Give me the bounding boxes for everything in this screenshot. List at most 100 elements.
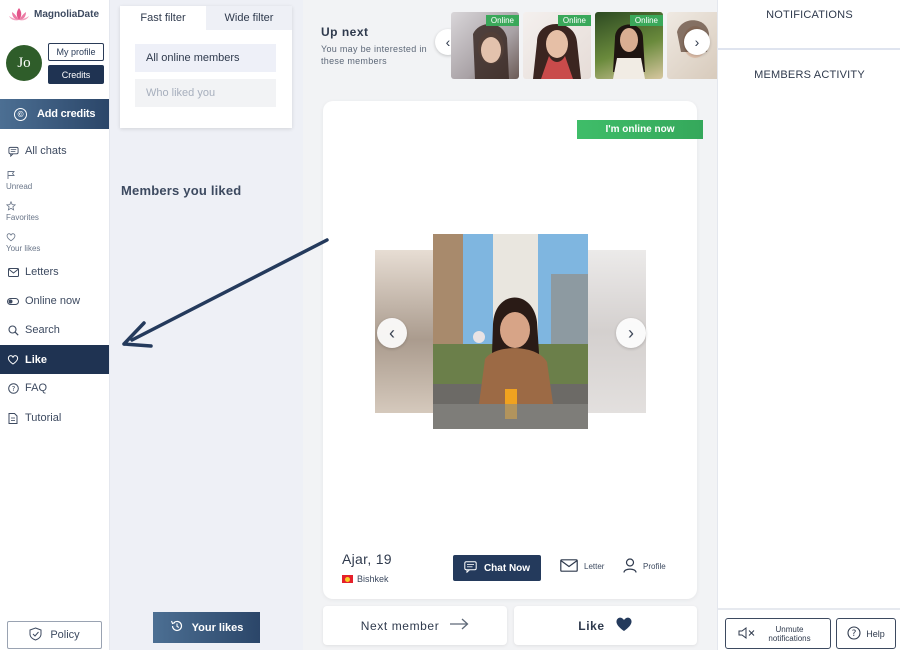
heart-icon [6, 232, 16, 242]
sidebar-item-online-now[interactable]: Online now [0, 294, 109, 308]
up-next-thumb[interactable]: Online [451, 12, 519, 79]
credit-coin-icon: © [14, 107, 27, 121]
up-next-thumbnails: Online Online Online [451, 12, 717, 79]
chevron-right-icon: › [628, 322, 634, 343]
sidebar-item-label: Online now [25, 295, 81, 307]
member-photo [433, 234, 588, 429]
main-photo[interactable] [433, 234, 588, 429]
speaker-muted-icon [738, 626, 756, 641]
envelope-icon [7, 266, 19, 278]
divider [718, 608, 900, 610]
sidebar-item-letters[interactable]: Letters [0, 265, 109, 279]
add-credits-button[interactable]: © Add credits [0, 99, 109, 129]
right-panel: NOTIFICATIONS MEMBERS ACTIVITY Unmute no… [717, 0, 900, 650]
your-likes-label: Your likes [191, 621, 244, 634]
members-activity-heading: MEMBERS ACTIVITY [754, 69, 865, 81]
policy-button[interactable]: Policy [7, 621, 102, 649]
chat-icon [464, 560, 477, 576]
member-name-age: Ajar, 19 [342, 551, 392, 567]
up-next-subtitle: You may be interested in these members [321, 44, 427, 66]
user-icon [623, 558, 637, 575]
tab-fast-filter[interactable]: Fast filter [120, 6, 206, 30]
up-next-title: Up next [321, 25, 369, 39]
add-credits-label: Add credits [37, 108, 96, 120]
envelope-icon [560, 559, 578, 574]
im-online-badge: I'm online now [577, 120, 703, 139]
question-icon: ? [847, 625, 861, 642]
sidebar-item-label: Your likes [6, 244, 41, 253]
sidebar-item-like[interactable]: Like [0, 345, 109, 374]
kyrgyzstan-flag-icon [342, 575, 353, 583]
online-badge: Online [629, 15, 663, 26]
up-next-thumb[interactable]: Online [595, 12, 663, 79]
document-icon [7, 412, 19, 424]
member-city: Bishkek [357, 574, 389, 584]
filter-option-who-liked-you[interactable]: Who liked you [135, 79, 276, 107]
profile-label: Profile [643, 562, 666, 571]
chevron-left-icon: ‹ [445, 34, 451, 50]
divider [718, 48, 900, 50]
sidebar-item-label: Search [25, 324, 60, 336]
photo-prev-button[interactable]: ‹ [377, 318, 407, 348]
your-likes-button[interactable]: Your likes [153, 612, 260, 643]
help-button[interactable]: ? Help [836, 618, 896, 649]
heart-icon [615, 616, 633, 635]
sidebar-item-all-chats[interactable]: All chats [0, 144, 109, 158]
up-next-thumb[interactable]: Online [523, 12, 591, 79]
sidebar-item-faq[interactable]: ? FAQ [0, 381, 109, 395]
notifications-heading: NOTIFICATIONS [766, 9, 853, 21]
unmute-label: Unmute notifications [768, 624, 811, 643]
lotus-icon [9, 8, 29, 21]
profile-button[interactable]: Profile [623, 558, 666, 575]
chevron-left-icon: ‹ [389, 322, 395, 343]
online-badge: Online [557, 15, 591, 26]
photo-next-button[interactable]: › [616, 318, 646, 348]
filter-tabs: Fast filter Wide filter [120, 6, 292, 30]
next-member-button[interactable]: Next member [323, 606, 507, 645]
sidebar-item-label: Letters [25, 266, 59, 278]
arrow-right-icon [449, 618, 469, 633]
member-location: Bishkek [342, 574, 389, 584]
sidebar-item-label: Favorites [6, 213, 39, 222]
tab-wide-filter[interactable]: Wide filter [206, 6, 292, 30]
help-label: Help [866, 628, 885, 639]
like-button[interactable]: Like [514, 606, 697, 645]
credits-button[interactable]: Credits [48, 65, 104, 84]
filter-option-all-online[interactable]: All online members [135, 44, 276, 72]
question-icon: ? [7, 382, 19, 394]
sidebar-item-favorites[interactable]: Favorites [5, 200, 39, 223]
chat-now-button[interactable]: Chat Now [453, 555, 541, 581]
chat-now-label: Chat Now [483, 562, 531, 574]
sidebar-item-label: Like [25, 353, 48, 366]
svg-text:?: ? [852, 629, 857, 639]
brand-logo[interactable]: MagnoliaDate [8, 6, 99, 22]
flag-icon [6, 170, 16, 180]
up-next-next-button[interactable]: › [684, 29, 710, 55]
star-icon [5, 200, 17, 211]
sidebar-item-unread[interactable]: Unread [6, 170, 32, 192]
like-label: Like [578, 618, 605, 633]
heart-hand-icon [7, 354, 19, 366]
next-member-label: Next member [360, 618, 440, 633]
unmute-notifications-button[interactable]: Unmute notifications [725, 618, 831, 649]
brand-name: MagnoliaDate [34, 8, 100, 20]
svg-text:?: ? [11, 385, 15, 393]
members-liked-heading: Members you liked [121, 183, 242, 198]
sidebar-item-tutorial[interactable]: Tutorial [0, 411, 109, 425]
sidebar-item-your-likes[interactable]: Your likes [6, 232, 40, 254]
chat-icon [7, 145, 19, 157]
my-profile-button[interactable]: My profile [48, 43, 104, 61]
filter-column: Fast filter Wide filter All online membe… [110, 0, 303, 650]
sidebar-item-label: All chats [25, 145, 67, 157]
sidebar-item-label: Unread [6, 182, 33, 191]
shield-icon [29, 626, 42, 644]
sidebar: MagnoliaDate Jo My profile Credits © Add… [0, 0, 110, 650]
history-icon [170, 619, 184, 636]
sidebar-item-label: FAQ [25, 382, 48, 394]
online-badge: Online [485, 15, 519, 26]
sidebar-item-search[interactable]: Search [0, 323, 109, 337]
avatar[interactable]: Jo [6, 45, 42, 81]
policy-label: Policy [50, 629, 80, 641]
letter-button[interactable]: Letter [560, 559, 604, 574]
profile-card: I'm online now ‹ › Ajar, 19 Bishkek Chat… [323, 101, 703, 599]
